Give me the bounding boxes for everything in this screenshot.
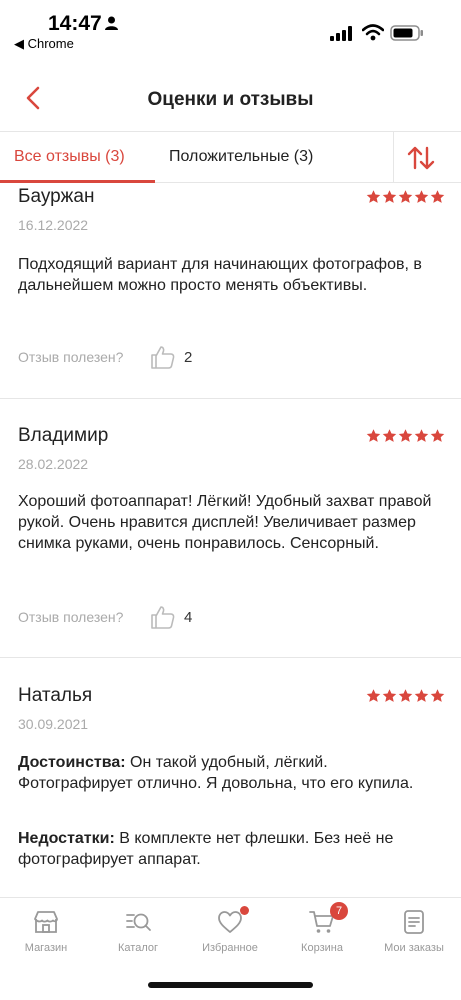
- nav-cart[interactable]: 7 Корзина: [276, 902, 368, 954]
- store-icon: [34, 911, 58, 933]
- nav-label: Каталог: [118, 942, 158, 954]
- review-cons: Недостатки: В комплекте нет флешки. Без …: [18, 828, 438, 870]
- divider: [393, 132, 394, 183]
- signal-icon: [330, 26, 352, 41]
- review-author: Бауржан: [18, 186, 95, 207]
- star-icon: [398, 689, 413, 702]
- thumbs-up-icon[interactable]: [150, 604, 176, 630]
- review-card: Бауржан 16.12.2022 Подходящий вариант дл…: [0, 183, 461, 398]
- rating-stars: [366, 189, 445, 204]
- review-card: Владимир 28.02.2022 Хороший фотоаппарат!…: [0, 399, 461, 657]
- review-pros: Достоинства: Он такой удобный, лёгкий. Ф…: [18, 752, 438, 794]
- tab-all-reviews[interactable]: Все отзывы (3): [14, 148, 125, 166]
- star-icon: [430, 190, 445, 203]
- star-icon: [430, 689, 445, 702]
- cons-label: Недостатки:: [18, 830, 115, 847]
- sort-arrows-icon: [407, 146, 435, 170]
- catalog-search-icon: [126, 913, 151, 931]
- review-text: Хороший фотоаппарат! Лёгкий! Удобный зах…: [18, 493, 432, 552]
- status-time: 14:47: [48, 12, 102, 35]
- star-icon: [366, 190, 381, 203]
- review-author: Наталья: [18, 685, 93, 706]
- nav-label: Корзина: [301, 942, 343, 954]
- star-icon: [414, 190, 429, 203]
- orders-icon: [404, 910, 424, 934]
- like-count: 2: [184, 349, 193, 366]
- star-icon: [398, 190, 413, 203]
- star-icon: [414, 429, 429, 442]
- like-count: 4: [184, 609, 193, 626]
- star-icon: [366, 429, 381, 442]
- helpful-label: Отзыв полезен?: [18, 349, 124, 365]
- cart-count-badge: 7: [330, 902, 348, 920]
- nav-header: Оценки и отзывы: [0, 62, 461, 132]
- status-bar: 14:47 ◀ Chrome: [0, 0, 461, 60]
- thumbs-up-icon[interactable]: [150, 344, 176, 370]
- review-card: Наталья 30.09.2021 Достоинства: Он такой…: [0, 658, 461, 896]
- home-indicator: [148, 982, 313, 988]
- helpful-label: Отзыв полезен?: [18, 609, 124, 625]
- review-date: 28.02.2022: [18, 456, 89, 472]
- nav-favorites[interactable]: Избранное: [184, 906, 276, 954]
- notification-dot: [240, 906, 249, 915]
- page-title: Оценки и отзывы: [147, 89, 314, 110]
- star-icon: [382, 689, 397, 702]
- nav-catalog[interactable]: Каталог: [92, 908, 184, 954]
- nav-label: Магазин: [24, 942, 68, 954]
- star-icon: [430, 429, 445, 442]
- star-icon: [414, 689, 429, 702]
- review-date: 16.12.2022: [18, 217, 89, 233]
- rating-stars: [366, 428, 445, 443]
- back-to-app-link[interactable]: ◀ Chrome: [14, 36, 74, 52]
- wifi-icon: [362, 24, 384, 41]
- nav-label: Избранное: [202, 942, 258, 954]
- rating-stars: [366, 688, 445, 703]
- sort-button[interactable]: [405, 142, 449, 174]
- nav-orders[interactable]: Мои заказы: [368, 908, 460, 954]
- star-icon: [366, 689, 381, 702]
- review-author: Владимир: [18, 425, 109, 446]
- person-icon: [105, 16, 118, 30]
- star-icon: [382, 429, 397, 442]
- review-date: 30.09.2021: [18, 716, 89, 732]
- review-tabs: Все отзывы (3) Положительные (3): [0, 131, 461, 183]
- pros-label: Достоинства:: [18, 754, 126, 771]
- star-icon: [398, 429, 413, 442]
- nav-label: Мои заказы: [384, 942, 444, 954]
- star-icon: [382, 190, 397, 203]
- nav-store[interactable]: Магазин: [0, 908, 92, 954]
- review-text: Подходящий вариант для начинающих фотогр…: [18, 256, 422, 294]
- tab-positive-reviews[interactable]: Положительные (3): [169, 148, 313, 166]
- battery-icon: [390, 25, 423, 41]
